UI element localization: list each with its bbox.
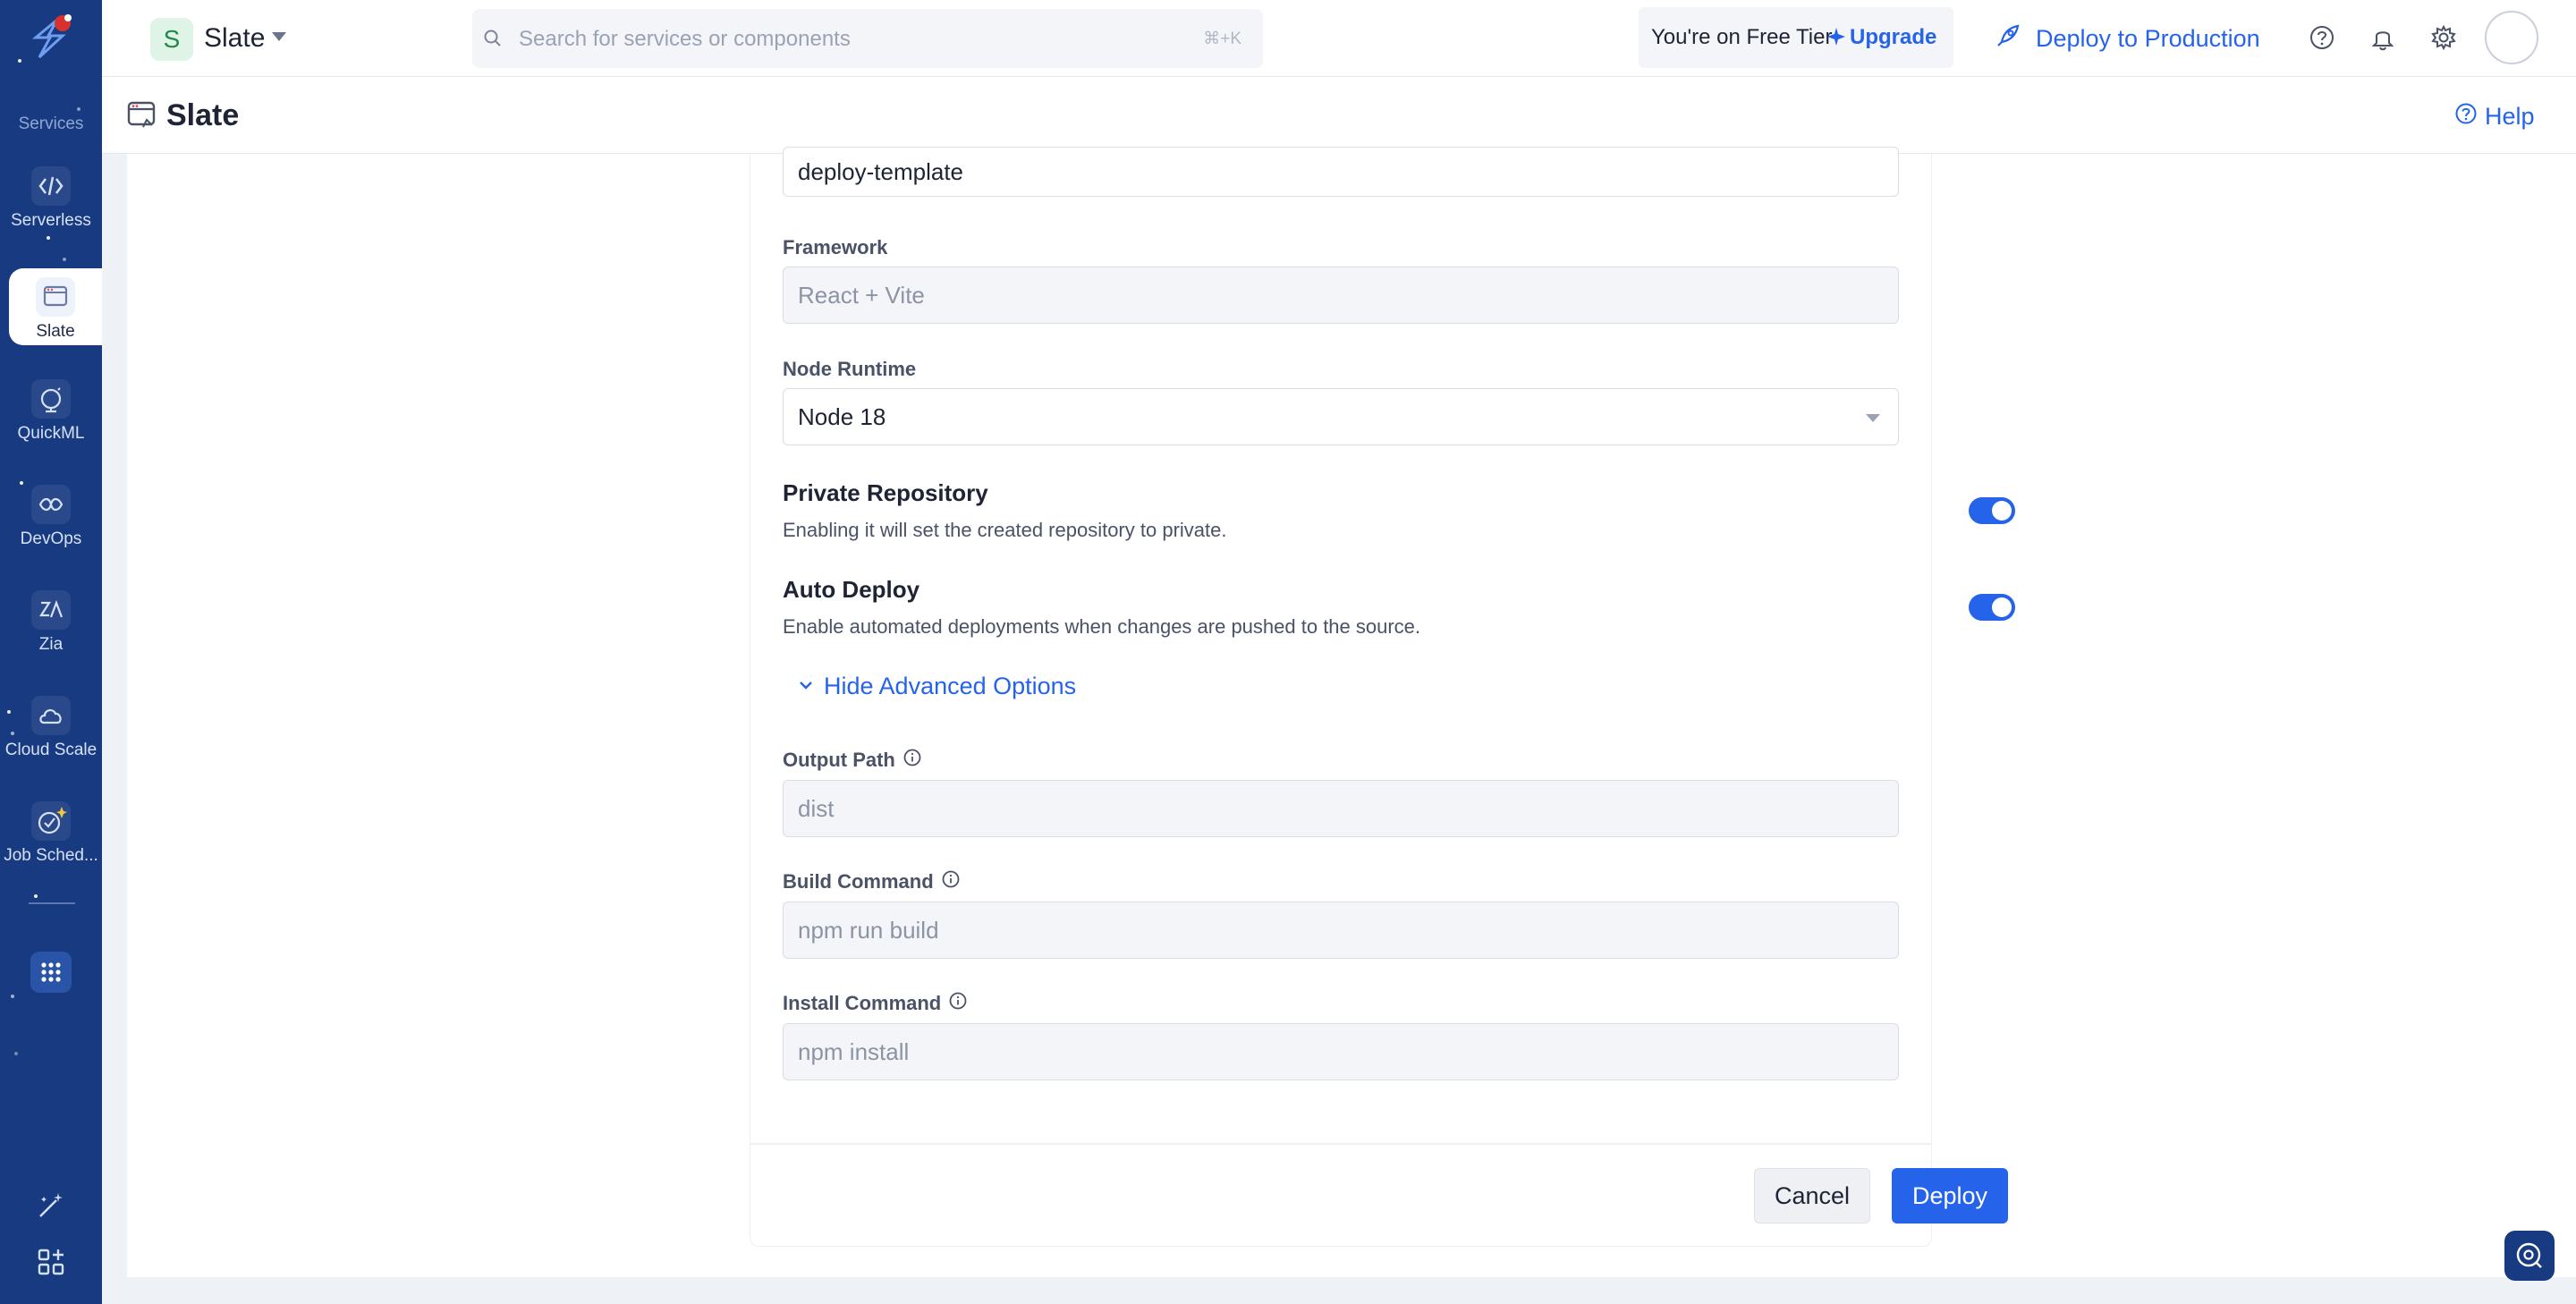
info-icon[interactable] [902, 748, 922, 773]
chevron-down-icon[interactable] [272, 32, 286, 41]
hide-advanced-options-toggle[interactable]: Hide Advanced Options [797, 673, 1076, 700]
rail-item-label: Slate [36, 322, 75, 341]
rail-item-label: Zia [38, 635, 64, 654]
search-input[interactable]: Search for services or components ⌘+K [472, 9, 1263, 68]
rail-item-cloud-scale[interactable]: Cloud Scale [0, 696, 102, 794]
chevron-down-icon [797, 673, 815, 700]
help-circle-icon [2454, 102, 2478, 131]
rail-item-quickml[interactable]: QuickML [0, 379, 102, 478]
build-command-input[interactable]: npm run build [783, 902, 1899, 959]
framework-label: Framework [783, 236, 888, 258]
output-path-label-text: Output Path [783, 749, 895, 771]
user-avatar[interactable] [2485, 11, 2538, 64]
slate-icon [125, 98, 159, 137]
page-title: Slate [166, 98, 240, 132]
tier-text: You're on Free Tier [1651, 25, 1833, 49]
left-rail: Services Serverless Slate QuickML DevOps… [0, 0, 102, 1304]
rail-item-zia[interactable]: Zia [0, 590, 102, 689]
catalyst-logo-icon[interactable] [23, 11, 79, 66]
rail-item-devops[interactable]: DevOps [0, 485, 102, 583]
search-icon [481, 27, 504, 55]
all-apps-grid-icon[interactable] [30, 952, 72, 993]
chevron-down-icon [1866, 414, 1880, 422]
cloud-scale-icon [31, 696, 71, 735]
free-tier-banner: You're on Free Tier Upgrade [1639, 7, 1953, 68]
rail-item-label: Cloud Scale [4, 741, 97, 759]
info-icon[interactable] [941, 869, 961, 894]
rail-item-label: QuickML [17, 424, 85, 443]
install-command-input[interactable]: npm install [783, 1023, 1899, 1080]
page-header: Slate Help [102, 77, 2576, 154]
help-link[interactable]: Help [2454, 102, 2535, 131]
rail-item-label: DevOps [20, 529, 82, 548]
main-area: S Slate Search for services or component… [102, 0, 2576, 1304]
rail-item-serverless[interactable]: Serverless [0, 166, 102, 265]
content-panel: deploy-template Framework React + Vite N… [127, 147, 2576, 1277]
deploy-button[interactable]: Deploy [1892, 1168, 2008, 1224]
search-placeholder: Search for services or components [519, 27, 851, 51]
slate-icon [36, 277, 75, 317]
private-repo-title: Private Repository [783, 479, 988, 506]
quickml-icon [31, 379, 71, 419]
output-path-label: Output Path [783, 748, 922, 773]
search-shortcut: ⌘+K [1203, 30, 1241, 48]
serverless-icon [31, 166, 71, 206]
deploy-form-card: deploy-template Framework React + Vite N… [750, 147, 2015, 1247]
help-circle-icon[interactable] [2304, 20, 2340, 55]
devops-icon [31, 485, 71, 524]
info-icon[interactable] [948, 991, 968, 1016]
build-command-label-text: Build Command [783, 870, 934, 893]
chat-assistant-icon[interactable] [2504, 1231, 2555, 1281]
deploy-to-production-button[interactable]: Deploy to Production [1995, 18, 2260, 59]
rail-item-label: Serverless [11, 211, 91, 230]
node-runtime-value: Node 18 [798, 402, 886, 430]
rail-item-job-scheduler[interactable]: Job Sched... [0, 801, 102, 900]
gear-icon[interactable] [2426, 20, 2462, 55]
card-footer-divider [750, 1143, 1931, 1145]
install-command-label: Install Command [783, 991, 968, 1016]
sparkle-icon [1826, 27, 1846, 51]
top-bar: S Slate Search for services or component… [102, 0, 2576, 77]
rocket-icon [1995, 22, 2021, 55]
node-runtime-label: Node Runtime [783, 358, 917, 380]
rail-divider [29, 902, 75, 904]
auto-deploy-description: Enable automated deployments when change… [783, 615, 1421, 638]
private-repo-toggle[interactable] [1969, 497, 2015, 524]
notification-bell-icon[interactable] [2365, 20, 2401, 55]
rail-item-label: Job Sched... [4, 846, 98, 865]
node-runtime-select[interactable]: Node 18 [783, 388, 1899, 445]
auto-deploy-toggle[interactable] [1969, 594, 2015, 621]
toggle-knob [1992, 597, 2012, 617]
upgrade-link[interactable]: Upgrade [1850, 25, 1936, 50]
rail-item-slate[interactable]: Slate [9, 268, 102, 345]
services-heading: Services [18, 114, 84, 133]
job-scheduler-icon [31, 801, 71, 841]
output-path-input[interactable]: dist [783, 780, 1899, 837]
magic-wand-icon[interactable] [0, 1190, 102, 1222]
project-avatar[interactable]: S [150, 18, 193, 61]
install-command-label-text: Install Command [783, 992, 942, 1014]
build-command-label: Build Command [783, 869, 961, 894]
hide-advanced-options-label: Hide Advanced Options [824, 673, 1077, 699]
help-label: Help [2485, 103, 2535, 130]
cancel-button[interactable]: Cancel [1754, 1168, 1870, 1224]
deploy-to-production-label: Deploy to Production [2036, 24, 2260, 52]
project-name[interactable]: Slate [204, 23, 265, 54]
framework-field: React + Vite [783, 267, 1899, 324]
app-name-input[interactable]: deploy-template [783, 147, 1899, 197]
add-widget-icon[interactable] [0, 1247, 102, 1277]
toggle-knob [1992, 501, 2012, 521]
zia-icon [31, 590, 71, 630]
auto-deploy-title: Auto Deploy [783, 576, 920, 603]
private-repo-description: Enabling it will set the created reposit… [783, 519, 1227, 541]
